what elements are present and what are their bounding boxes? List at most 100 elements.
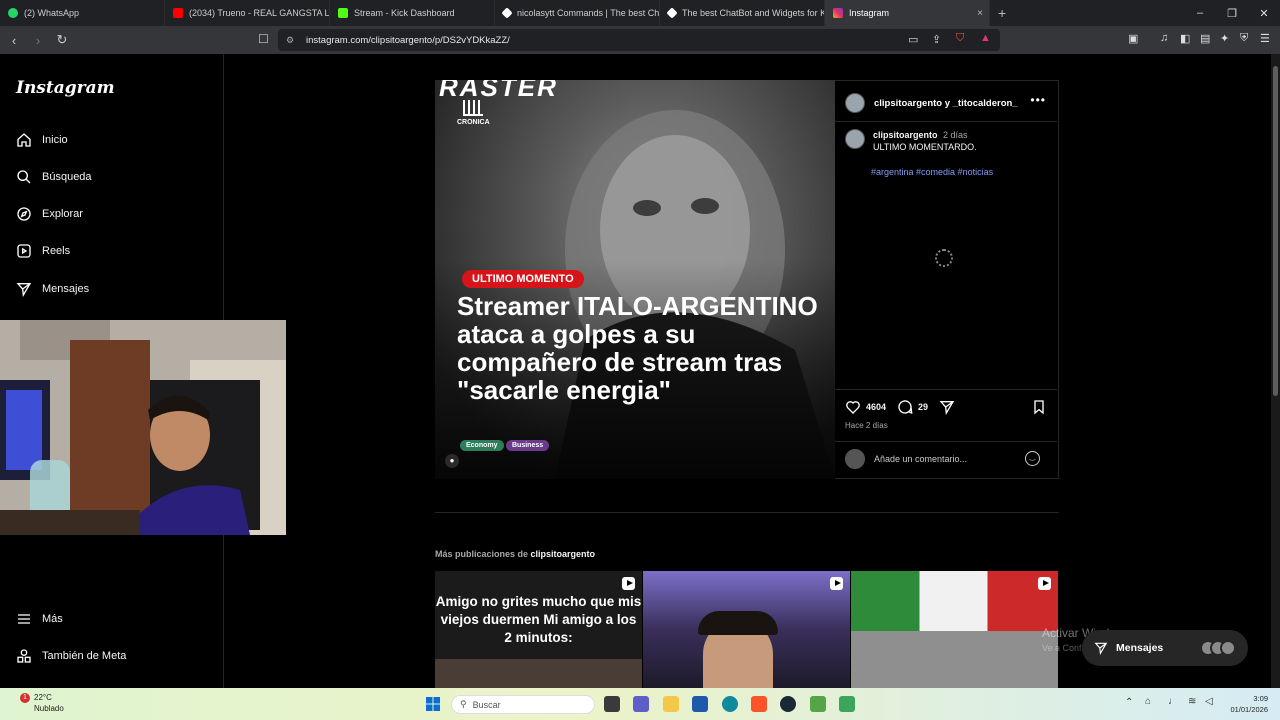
pill-business: Business (506, 440, 550, 451)
restore-icon[interactable]: ❐ (1216, 7, 1248, 20)
tab-label: (2) WhatsApp (24, 8, 80, 18)
site-info-icon[interactable]: ⚙ (286, 35, 294, 46)
sidebar-item-reels[interactable]: Reels (16, 243, 70, 259)
sidebar-item-meta[interactable]: También de Meta (16, 648, 126, 664)
forward-icon[interactable]: › (28, 33, 48, 48)
tab-commands[interactable]: nicolasytt Commands | The best Chat (495, 0, 660, 26)
more-post-thumbnail[interactable] (851, 571, 1058, 688)
new-tab-button[interactable]: + (990, 5, 1014, 21)
chevron-up-icon[interactable]: ⌃ (1125, 697, 1133, 708)
brave-icon[interactable] (751, 696, 767, 712)
window-close-icon[interactable]: ✕ (1248, 7, 1280, 20)
post-media[interactable]: RASTER CRONICA ULTIMO MOMENTO Streamer I… (435, 80, 835, 479)
network-icon[interactable]: ⌂ (1145, 696, 1151, 707)
reload-icon[interactable]: ↻ (52, 32, 72, 48)
more-post-thumbnail[interactable] (643, 571, 850, 688)
tab-label: The best ChatBot and Widgets for Kic (682, 8, 825, 18)
app-icon[interactable] (810, 696, 826, 712)
leo-icon[interactable]: ✦ (1220, 32, 1229, 45)
teams-icon[interactable] (633, 696, 649, 712)
comment-input[interactable]: Añade un comentario... (845, 449, 967, 469)
tab-whatsapp[interactable]: (2) WhatsApp (0, 0, 165, 26)
webcam-overlay (0, 320, 286, 535)
menu-icon[interactable]: ☰ (1260, 32, 1270, 45)
comment-icon[interactable] (897, 399, 913, 415)
tagged-user-icon[interactable]: ● (445, 454, 459, 468)
save-icon[interactable] (1031, 399, 1047, 415)
avatar[interactable] (845, 93, 865, 113)
url-field[interactable]: ⚙ instagram.com/clipsitoargento/p/DS2vYD… (278, 29, 1000, 51)
sidebar-item-messages[interactable]: Mensajes (16, 281, 89, 297)
clock-date: 01/01/2026 (1230, 705, 1268, 714)
instagram-logo[interactable]: Instagram (16, 78, 115, 98)
clock-time: 3:09 (1253, 694, 1268, 703)
post-timestamp: Hace 2 días (845, 421, 888, 430)
sidebar-item-label: Explorar (42, 208, 83, 220)
more-posts-user[interactable]: clipsitoargento (531, 549, 596, 559)
file-explorer-icon[interactable] (663, 696, 679, 712)
sidebar-item-home[interactable]: Inicio (16, 132, 68, 148)
sidebar-item-search[interactable]: Búsqueda (16, 169, 92, 185)
hashtags[interactable]: #argentina #comedia #noticias (871, 167, 993, 177)
steam-icon[interactable] (780, 696, 796, 712)
post-caption: clipsitoargento 2 días ULTIMO MOMENTARDO… (845, 129, 977, 153)
brave-rewards-icon[interactable]: ▲ (980, 32, 991, 44)
avatar[interactable] (845, 129, 865, 149)
url-text: instagram.com/clipsitoargento/p/DS2vYDKk… (306, 34, 510, 46)
mic-icon[interactable]: ♩ (1168, 696, 1178, 707)
task-view-icon[interactable] (604, 696, 620, 712)
tab-instagram[interactable]: Instagram × (825, 0, 990, 26)
brave-shield-icon[interactable]: ⛉ (956, 32, 964, 45)
reel-play-icon (1038, 577, 1051, 590)
youtube-icon (173, 8, 183, 18)
sidebar-item-explore[interactable]: Explorar (16, 206, 83, 222)
panel-icon[interactable]: ◧ (1180, 32, 1190, 45)
thumbnail-image (435, 659, 642, 688)
more-post-thumbnail[interactable]: Amigo no grites mucho que mis viejos due… (435, 571, 642, 688)
search-icon: ⚲ (460, 699, 467, 709)
system-clock[interactable]: 3:09 01/01/2026 (1230, 693, 1268, 715)
messages-floating-button[interactable]: Mensajes (1082, 630, 1248, 666)
volume-icon[interactable]: ◁ (1205, 696, 1213, 707)
music-icon[interactable]: ♫ (1160, 32, 1168, 44)
send-icon (1094, 642, 1108, 655)
comments-count[interactable]: 29 (918, 402, 928, 412)
sidebar-item-more[interactable]: Más (16, 611, 63, 627)
page-scrollbar[interactable] (1271, 54, 1280, 688)
caption-username[interactable]: clipsitoargento (873, 130, 938, 140)
edge-icon[interactable] (722, 696, 738, 712)
notification-badge: 1 (20, 693, 30, 703)
windows-start-icon[interactable] (426, 697, 440, 711)
app-icon[interactable] (839, 696, 855, 712)
post-author[interactable]: clipsitoargento y _titocalderon_ (845, 93, 1018, 113)
close-icon[interactable]: × (977, 8, 983, 19)
wallet-icon[interactable]: ▤ (1200, 32, 1210, 45)
vpn-icon[interactable]: ⛨ (1240, 32, 1248, 45)
scrollbar-thumb[interactable] (1273, 66, 1278, 396)
bookmark-icon[interactable]: ☐ (258, 32, 269, 46)
author-names[interactable]: clipsitoargento y _titocalderon_ (874, 98, 1018, 109)
tab-youtube[interactable]: (2034) Trueno - REAL GANGSTA LOVE (165, 0, 330, 26)
likes-count[interactable]: 4604 (866, 402, 886, 412)
comment-placeholder[interactable]: Añade un comentario... (874, 454, 967, 464)
emoji-icon[interactable]: ‿ (1025, 451, 1040, 466)
heart-icon[interactable] (845, 399, 861, 415)
tab-label: Instagram (849, 8, 890, 18)
wifi-icon[interactable]: ≋ (1188, 696, 1196, 707)
more-options-icon[interactable]: ••• (1030, 93, 1046, 107)
minimize-icon[interactable]: – (1184, 7, 1216, 20)
tab-chatbot[interactable]: The best ChatBot and Widgets for Kic (660, 0, 825, 26)
taskbar-search[interactable]: ⚲ Buscar (451, 695, 595, 714)
share-icon[interactable] (939, 399, 955, 415)
loading-spinner-icon (935, 249, 953, 267)
tab-kick[interactable]: Stream - Kick Dashboard (330, 0, 495, 26)
more-posts-heading: Más publicaciones de clipsitoargento (435, 549, 595, 559)
whatsapp-icon (8, 8, 18, 18)
cast-icon[interactable]: ▭ (908, 33, 918, 46)
weather-widget[interactable]: 1 22°C Nublado (20, 692, 64, 714)
back-icon[interactable]: ‹ (4, 33, 24, 48)
sidebar-toggle-icon[interactable]: ▣ (1128, 32, 1138, 45)
share-icon[interactable]: ⇪ (932, 33, 941, 46)
caption-text: ULTIMO MOMENTARDO. (873, 142, 977, 152)
store-icon[interactable] (692, 696, 708, 712)
